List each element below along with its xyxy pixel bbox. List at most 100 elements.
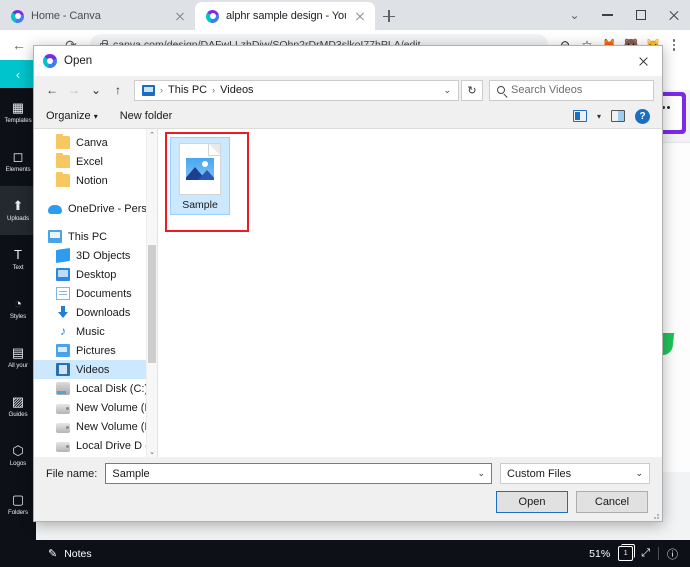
scroll-down-icon[interactable]: ⌄ bbox=[147, 446, 157, 457]
dialog-navigation-pane[interactable]: Canva Excel Notion OneDrive - Person Thi… bbox=[34, 129, 158, 457]
nav-item-new-volume-e[interactable]: New Volume (E:) bbox=[34, 417, 157, 436]
page-count-button[interactable]: 1 bbox=[618, 544, 636, 561]
chevron-down-icon[interactable]: ⌄ bbox=[477, 468, 485, 479]
nav-label: Videos bbox=[76, 363, 110, 376]
scrollbar-thumb[interactable] bbox=[148, 245, 156, 363]
nav-item-pictures[interactable]: Pictures bbox=[34, 341, 157, 360]
file-name-input[interactable]: Sample ⌄ bbox=[105, 463, 492, 484]
new-tab-button[interactable] bbox=[375, 2, 403, 30]
tab-close-icon[interactable] bbox=[353, 9, 367, 23]
this-pc-icon bbox=[48, 230, 62, 243]
rail-item-styles[interactable]: ◔ Styles bbox=[0, 284, 36, 333]
nav-item-canva[interactable]: Canva bbox=[34, 133, 157, 152]
breadcrumb-item-videos[interactable]: Videos bbox=[220, 84, 253, 96]
nav-item-local-disk-c[interactable]: Local Disk (C:) bbox=[34, 379, 157, 398]
browser-tab-home-canva[interactable]: Home - Canva bbox=[0, 2, 195, 30]
notes-label: Notes bbox=[64, 547, 92, 560]
minimize-button[interactable] bbox=[591, 0, 624, 30]
rail-label: All your bbox=[8, 362, 28, 369]
preview-pane-icon[interactable] bbox=[611, 110, 625, 122]
downloads-icon bbox=[56, 306, 70, 319]
nav-item-new-volume-d[interactable]: New Volume (D:) bbox=[34, 398, 157, 417]
breadcrumb-item-this-pc[interactable]: This PC bbox=[168, 84, 207, 96]
chevron-down-icon[interactable]: ⌄ bbox=[443, 85, 451, 96]
rail-item-text[interactable]: T Text bbox=[0, 235, 36, 284]
file-item-sample[interactable]: Sample bbox=[170, 137, 230, 215]
window-controls: ⌄ bbox=[558, 0, 690, 30]
help-icon[interactable]: ? bbox=[635, 108, 650, 124]
nav-item-3d-objects[interactable]: 3D Objects bbox=[34, 246, 157, 265]
chevron-down-icon[interactable]: ▾ bbox=[597, 112, 601, 121]
maximize-button[interactable] bbox=[624, 0, 657, 30]
file-name-input-value: Sample bbox=[112, 467, 150, 480]
chevron-down-icon[interactable]: ⌄ bbox=[635, 468, 643, 479]
nav-item-notion[interactable]: Notion bbox=[34, 171, 157, 190]
canva-left-rail: ‹ ▦ Templates ◻ Elements ⬆ Uploads T Tex… bbox=[0, 60, 36, 567]
help-icon[interactable]: ⓘ bbox=[667, 546, 678, 562]
change-view-icon[interactable] bbox=[572, 110, 587, 122]
new-folder-button[interactable]: New folder bbox=[120, 110, 173, 122]
browser-tab-alphr-sample-design[interactable]: alphr sample design - YouTube T bbox=[195, 2, 375, 30]
rail-collapse-button[interactable]: ‹ bbox=[0, 60, 36, 88]
tab-title: Home - Canva bbox=[31, 10, 101, 22]
refresh-button[interactable]: ↻ bbox=[461, 79, 483, 101]
dialog-recent-locations-button[interactable]: ⌄ bbox=[86, 80, 106, 100]
nav-label: Music bbox=[76, 325, 105, 338]
profile-button[interactable]: ⌄ bbox=[558, 0, 591, 30]
nav-label: Local Disk (C:) bbox=[76, 382, 149, 395]
maximize-icon bbox=[635, 10, 646, 20]
close-icon bbox=[638, 56, 649, 67]
nav-item-downloads[interactable]: Downloads bbox=[34, 303, 157, 322]
open-file-dialog: Open ← → ⌄ ↑ › This PC › Videos ⌄ ↻ Sear… bbox=[33, 45, 663, 522]
rail-item-uploads[interactable]: ⬆ Uploads bbox=[0, 186, 36, 235]
dialog-back-button[interactable]: ← bbox=[42, 80, 62, 100]
dialog-close-button[interactable] bbox=[624, 46, 662, 76]
file-name-label: Sample bbox=[182, 199, 218, 211]
nav-label: Canva bbox=[76, 136, 108, 149]
organize-button[interactable]: Organize ▾ bbox=[46, 110, 98, 122]
cancel-button[interactable]: Cancel bbox=[576, 491, 648, 513]
dialog-forward-button[interactable]: → bbox=[64, 80, 84, 100]
dialog-body: Canva Excel Notion OneDrive - Person Thi… bbox=[34, 129, 662, 457]
dialog-buttons-row: Open Cancel bbox=[46, 491, 650, 513]
nav-item-desktop[interactable]: Desktop bbox=[34, 265, 157, 284]
back-button[interactable]: ← bbox=[6, 32, 32, 58]
zoom-level[interactable]: 51% bbox=[589, 548, 610, 560]
resize-grip[interactable] bbox=[651, 511, 659, 519]
file-list-scrollbar[interactable] bbox=[651, 129, 662, 457]
file-type-dropdown[interactable]: Custom Files ⌄ bbox=[500, 463, 650, 484]
view-controls: ▾ ? bbox=[572, 108, 650, 124]
nav-item-this-pc[interactable]: This PC bbox=[34, 227, 157, 246]
dialog-up-button[interactable]: ↑ bbox=[108, 80, 128, 100]
nav-label: Excel bbox=[76, 155, 103, 168]
search-videos-input[interactable]: Search Videos bbox=[489, 79, 654, 101]
logo-icon: ⬡ bbox=[12, 443, 24, 458]
nav-item-onedrive[interactable]: OneDrive - Person bbox=[34, 199, 157, 218]
rail-item-guides[interactable]: ▨ Guides bbox=[0, 382, 36, 431]
open-button[interactable]: Open bbox=[496, 491, 568, 513]
nav-item-documents[interactable]: Documents bbox=[34, 284, 157, 303]
notes-icon: ✎ bbox=[48, 548, 58, 560]
notes-button[interactable]: ✎ Notes bbox=[48, 547, 92, 561]
nav-item-music[interactable]: ♪ Music bbox=[34, 322, 157, 341]
rail-item-folders[interactable]: ▢ Folders bbox=[0, 480, 36, 529]
breadcrumb[interactable]: › This PC › Videos ⌄ bbox=[134, 79, 459, 101]
file-list-area[interactable]: Sample bbox=[158, 129, 662, 457]
nav-item-local-drive-f[interactable]: Local Drive D (F:) bbox=[34, 436, 157, 455]
canva-favicon bbox=[11, 9, 24, 23]
tab-close-icon[interactable] bbox=[173, 9, 187, 23]
rail-item-all-your[interactable]: ▤ All your bbox=[0, 333, 36, 382]
scroll-up-icon[interactable]: ⌃ bbox=[147, 129, 157, 140]
navigation-pane-scrollbar[interactable]: ⌃ ⌄ bbox=[146, 129, 157, 457]
browser-menu-icon[interactable] bbox=[664, 39, 684, 51]
close-window-button[interactable] bbox=[657, 0, 690, 30]
fullscreen-icon[interactable]: ⤢ bbox=[641, 547, 650, 560]
nav-label: Documents bbox=[76, 287, 132, 300]
nav-item-videos[interactable]: Videos bbox=[34, 360, 157, 379]
nav-item-excel[interactable]: Excel bbox=[34, 152, 157, 171]
mountain-shape bbox=[198, 170, 214, 180]
breadcrumb-separator: › bbox=[160, 85, 163, 95]
rail-item-templates[interactable]: ▦ Templates bbox=[0, 88, 36, 137]
rail-item-elements[interactable]: ◻ Elements bbox=[0, 137, 36, 186]
rail-item-logos[interactable]: ⬡ Logos bbox=[0, 431, 36, 480]
